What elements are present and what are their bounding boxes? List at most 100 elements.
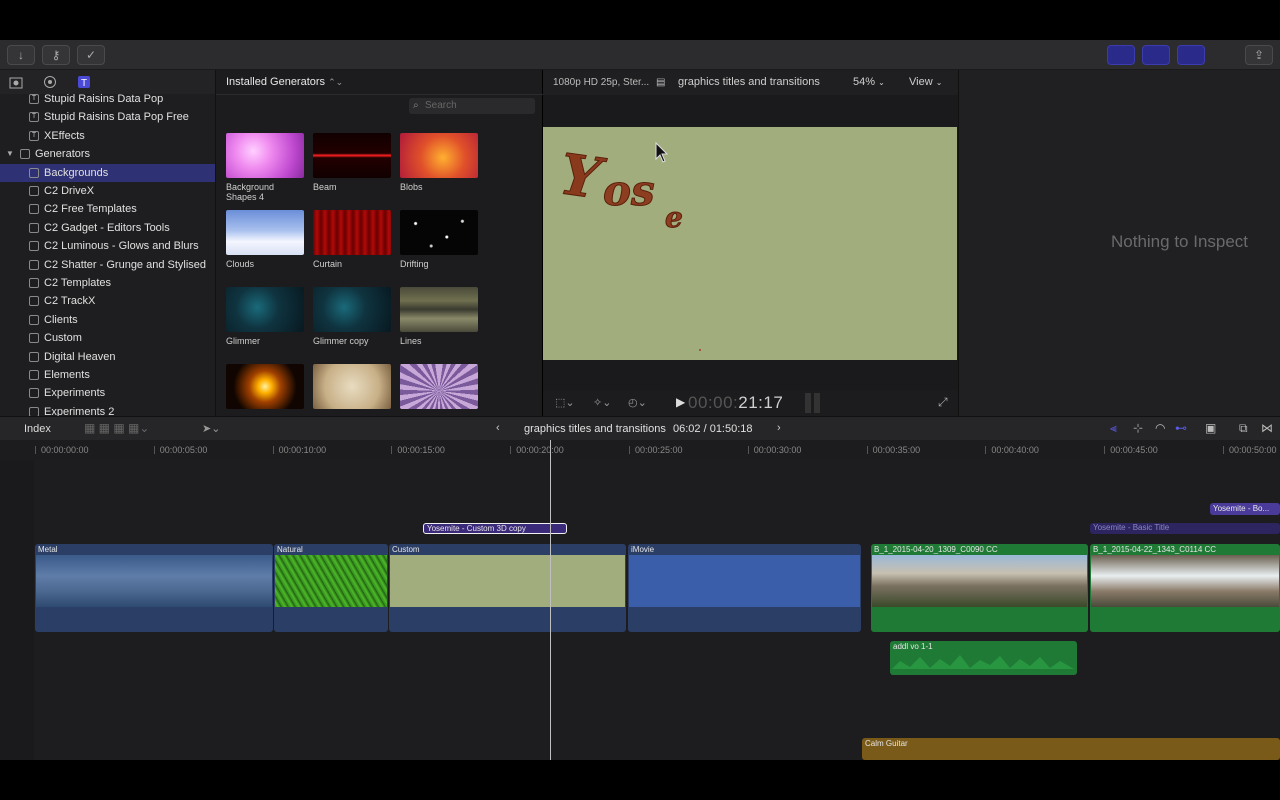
snapping-icon[interactable]: ⊷ (1175, 421, 1187, 435)
sidebar-item-label: C2 Free Templates (44, 203, 137, 216)
storyline-clip[interactable]: iMovie (628, 544, 861, 632)
zoom-menu[interactable]: 54% ⌄ (853, 76, 885, 88)
effects-browser-icon[interactable]: ⧉ (1239, 421, 1248, 436)
clip-appearance-icon[interactable]: ▣ (1205, 421, 1216, 435)
sidebar-item-label: XEffects (44, 129, 85, 142)
title-clip[interactable]: Yosemite - Custom 3D copy (423, 523, 567, 534)
title-template-icon: T (29, 94, 39, 104)
format-label[interactable]: 1080p HD 25p, Ster... (553, 77, 649, 88)
transitions-browser-icon[interactable]: ⋈ (1261, 421, 1273, 435)
generator-thumbnail[interactable] (400, 133, 478, 178)
clip-thumbnail (275, 555, 387, 607)
generator-label: Lines (400, 336, 422, 346)
generator-thumbnail[interactable] (400, 287, 478, 332)
edit-buttons-icon[interactable]: ▦ ▦ ▦ ▦⌄ (84, 421, 149, 435)
sidebar-item[interactable]: Experiments (0, 384, 215, 402)
generator-thumbnail[interactable] (313, 210, 391, 255)
storyline-clip[interactable]: Metal (35, 544, 273, 632)
ruler-label: 00:00:05:00 (159, 445, 208, 455)
history-back-icon[interactable]: ‹ (496, 422, 500, 434)
photos-icon[interactable] (9, 75, 23, 89)
sidebar-item-label: C2 Templates (44, 277, 112, 289)
show-timeline-button[interactable] (1142, 45, 1170, 65)
sidebar-item[interactable]: T Stupid Raisins Data Pop (0, 94, 215, 108)
generator-thumbnail[interactable] (400, 210, 478, 255)
generator-thumbnail[interactable] (313, 364, 391, 409)
sidebar-item[interactable]: C2 Gadget - Editors Tools (0, 219, 215, 237)
disclosure-triangle-icon[interactable]: ▼ (6, 145, 14, 163)
sidebar-item[interactable]: Custom (0, 329, 215, 347)
generator-thumbnail[interactable] (313, 133, 391, 178)
music-clip[interactable]: Calm Guitar (862, 738, 1280, 760)
generator-thumbnail[interactable] (226, 364, 304, 409)
viewer-controls: ⬚⌄ ✧⌄ ◴⌄ ▶ 00:00:21:17 ⤢ (543, 390, 958, 416)
sidebar-item-label: C2 Gadget - Editors Tools (44, 221, 170, 234)
sidebar-item[interactable]: Digital Heaven (0, 348, 215, 366)
history-forward-icon[interactable]: › (777, 422, 781, 434)
timecode-display[interactable]: 00:00:21:17 (688, 393, 783, 413)
sidebar-item[interactable]: T Stupid Raisins Data Pop Free (0, 108, 215, 126)
storyline-clip[interactable]: B_1_2015-04-20_1309_C0090 CC (871, 544, 1088, 632)
title-text-e: e (665, 201, 683, 234)
sidebar-item[interactable]: C2 Shatter - Grunge and Stylised (0, 256, 215, 274)
select-tool-icon[interactable]: ➤⌄ (202, 422, 220, 435)
storyline-clip[interactable]: B_1_2015-04-22_1343_C0114 CC (1090, 544, 1280, 632)
viewer-canvas[interactable]: Y os e (543, 127, 957, 360)
ruler-tick (153, 446, 155, 454)
search-input[interactable]: ⌕ Search (409, 98, 535, 114)
title-clip-3[interactable]: Yosemite - Bo... (1210, 503, 1280, 515)
sidebar-item[interactable]: Backgrounds (0, 163, 215, 182)
audio-skimming-icon[interactable]: ⊹ (1133, 421, 1143, 435)
keywords-button[interactable]: ⚷ (42, 45, 70, 65)
audio-clip[interactable]: addl vo 1-1 (890, 641, 1077, 675)
play-button[interactable]: ▶ (676, 395, 685, 409)
fullscreen-icon[interactable]: ⤢ (938, 395, 948, 410)
show-inspector-button[interactable] (1177, 45, 1205, 65)
storyline-clip[interactable]: Natural (274, 544, 388, 632)
title-clip-2[interactable]: Yosemite - Basic Title (1090, 523, 1280, 534)
generator-label: Beam (313, 182, 337, 192)
generator-folder-icon (29, 241, 39, 252)
generator-thumbnail[interactable] (226, 287, 304, 332)
sidebar-item[interactable]: C2 Free Templates (0, 200, 215, 218)
sidebar-item[interactable]: Clients (0, 311, 215, 329)
ruler-label: 00:00:40:00 (991, 445, 1039, 455)
storyline-clip[interactable]: Custom (389, 544, 626, 632)
ruler-tick (1104, 446, 1106, 454)
sidebar-item-label: Custom (44, 332, 82, 345)
show-browser-button[interactable] (1107, 45, 1135, 65)
viewer-header: 1080p HD 25p, Ster... ▤ graphics titles … (543, 70, 958, 95)
import-button[interactable]: ↓ (7, 45, 35, 65)
sidebar-item[interactable]: C2 DriveX (0, 182, 215, 200)
generator-thumbnail[interactable] (226, 133, 304, 178)
background-tasks-button[interactable]: ✓ (77, 45, 105, 65)
retime-menu-icon[interactable]: ◴⌄ (628, 396, 647, 409)
sidebar-item[interactable]: T XEffects (0, 127, 215, 145)
sidebar-item[interactable]: Experiments 2 (0, 403, 215, 416)
view-menu[interactable]: View ⌄ (909, 76, 942, 88)
sidebar-item-label: C2 Luminous - Glows and Blurs (44, 240, 199, 253)
sidebar-item[interactable]: C2 Luminous - Glows and Blurs (0, 237, 215, 255)
sidebar-item[interactable]: Elements (0, 366, 215, 384)
music-icon[interactable] (43, 75, 57, 89)
ruler-tick (985, 446, 987, 454)
clip-label: iMovie (631, 545, 655, 554)
solo-icon[interactable]: ◠ (1155, 421, 1165, 435)
generator-thumbnail[interactable] (313, 287, 391, 332)
title-text-os: os (603, 166, 655, 215)
skimming-icon[interactable]: ⫷ (1110, 421, 1117, 436)
sidebar-item[interactable]: C2 Templates (0, 274, 215, 292)
share-button[interactable]: ⇪ (1245, 45, 1273, 65)
transform-menu-icon[interactable]: ⬚⌄ (555, 396, 575, 409)
index-button[interactable]: Index (24, 423, 51, 435)
generator-thumbnail[interactable] (226, 210, 304, 255)
generators-browser: Installed Generators ⌃⌄ ⌕ Search Backgro… (215, 70, 543, 416)
sidebar-item[interactable]: ▼ Generators (0, 145, 215, 163)
enhance-menu-icon[interactable]: ✧⌄ (593, 396, 611, 409)
generator-thumbnail[interactable] (400, 364, 478, 409)
titles-generators-icon[interactable]: T (77, 75, 91, 89)
browser-title[interactable]: Installed Generators ⌃⌄ (226, 76, 343, 88)
playhead[interactable] (550, 440, 551, 760)
timeline-ruler[interactable]: 00:00:00:00 00:00:05:00 00:00:10:00 00:00:1… (0, 440, 1280, 460)
sidebar-item[interactable]: C2 TrackX (0, 292, 215, 310)
